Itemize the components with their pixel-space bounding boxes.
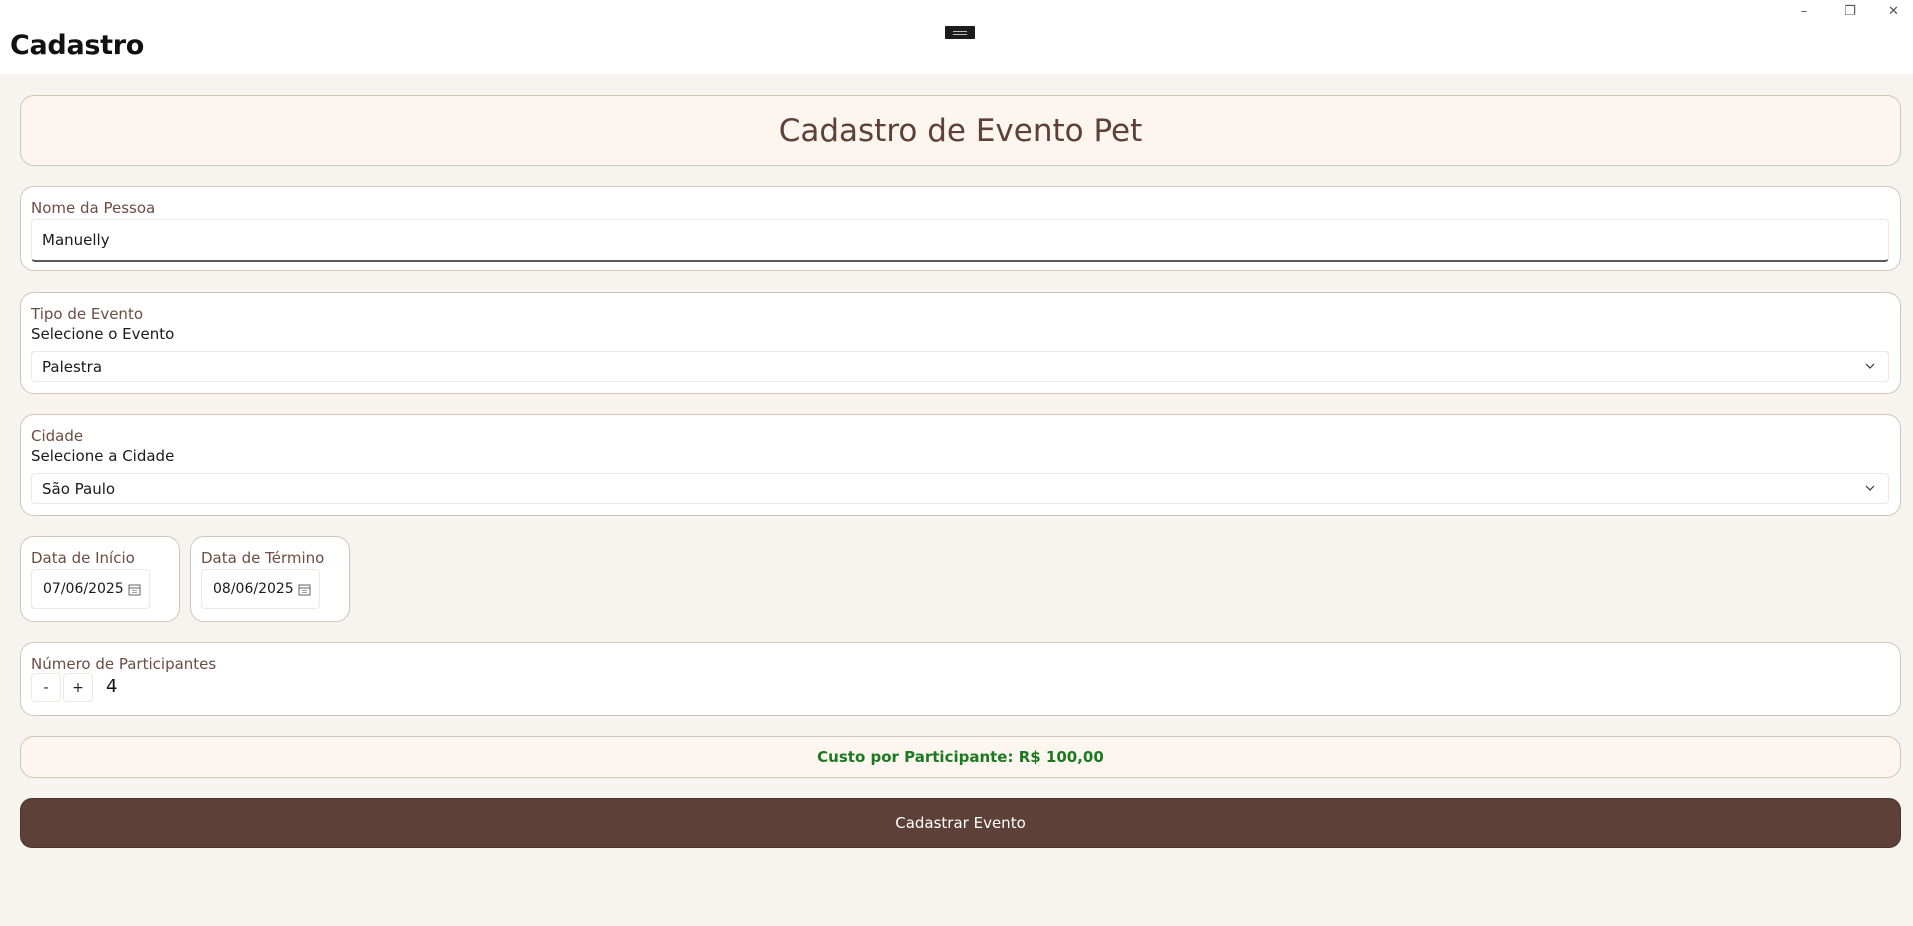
end-date-value: 08/06/2025	[213, 581, 294, 597]
decrement-button[interactable]: -	[31, 673, 61, 702]
participants-card: Número de Participantes - + 4	[20, 642, 1901, 716]
title-bar: Cadastro – ❐ ✕	[0, 0, 1913, 74]
increment-button[interactable]: +	[63, 673, 93, 702]
start-date-input[interactable]: 07/06/2025	[31, 569, 150, 609]
event-type-sublabel: Selecione o Evento	[31, 325, 175, 343]
calendar-icon[interactable]	[128, 583, 141, 596]
event-type-selected: Palestra	[42, 357, 103, 376]
submit-button[interactable]: Cadastrar Evento	[20, 798, 1901, 848]
cost-card: Custo por Participante: R$ 100,00	[20, 736, 1901, 778]
person-name-card: Nome da Pessoa Manuelly	[20, 186, 1901, 271]
drag-handle-icon[interactable]	[945, 26, 975, 39]
event-type-card: Tipo de Evento Selecione o Evento Palest…	[20, 292, 1901, 394]
city-sublabel: Selecione a Cidade	[31, 447, 175, 465]
close-button[interactable]: ✕	[1874, 0, 1913, 22]
restore-button[interactable]: ❐	[1828, 0, 1872, 22]
city-card: Cidade Selecione a Cidade São Paulo	[20, 414, 1901, 516]
participants-value: 4	[106, 676, 118, 697]
chevron-down-icon	[1865, 485, 1875, 491]
header-card: Cadastro de Evento Pet	[20, 95, 1901, 166]
participants-label: Número de Participantes	[31, 655, 217, 673]
chevron-down-icon	[1865, 363, 1875, 369]
city-label: Cidade	[31, 427, 84, 445]
person-name-input[interactable]: Manuelly	[31, 219, 1889, 262]
start-date-value: 07/06/2025	[43, 581, 124, 597]
calendar-icon[interactable]	[298, 583, 311, 596]
minimize-button[interactable]: –	[1782, 0, 1826, 22]
cost-per-participant: Custo por Participante: R$ 100,00	[817, 748, 1104, 766]
city-select[interactable]: São Paulo	[31, 473, 1889, 504]
end-date-card: Data de Término 08/06/2025	[190, 536, 350, 622]
city-selected: São Paulo	[42, 479, 116, 498]
person-name-label: Nome da Pessoa	[31, 199, 156, 217]
end-date-input[interactable]: 08/06/2025	[201, 569, 320, 609]
event-type-label: Tipo de Evento	[31, 305, 144, 323]
page-title: Cadastro de Evento Pet	[778, 112, 1143, 149]
event-type-select[interactable]: Palestra	[31, 351, 1889, 382]
window-title: Cadastro	[10, 30, 145, 61]
end-date-label: Data de Término	[201, 549, 325, 567]
start-date-card: Data de Início 07/06/2025	[20, 536, 180, 622]
start-date-label: Data de Início	[31, 549, 135, 567]
